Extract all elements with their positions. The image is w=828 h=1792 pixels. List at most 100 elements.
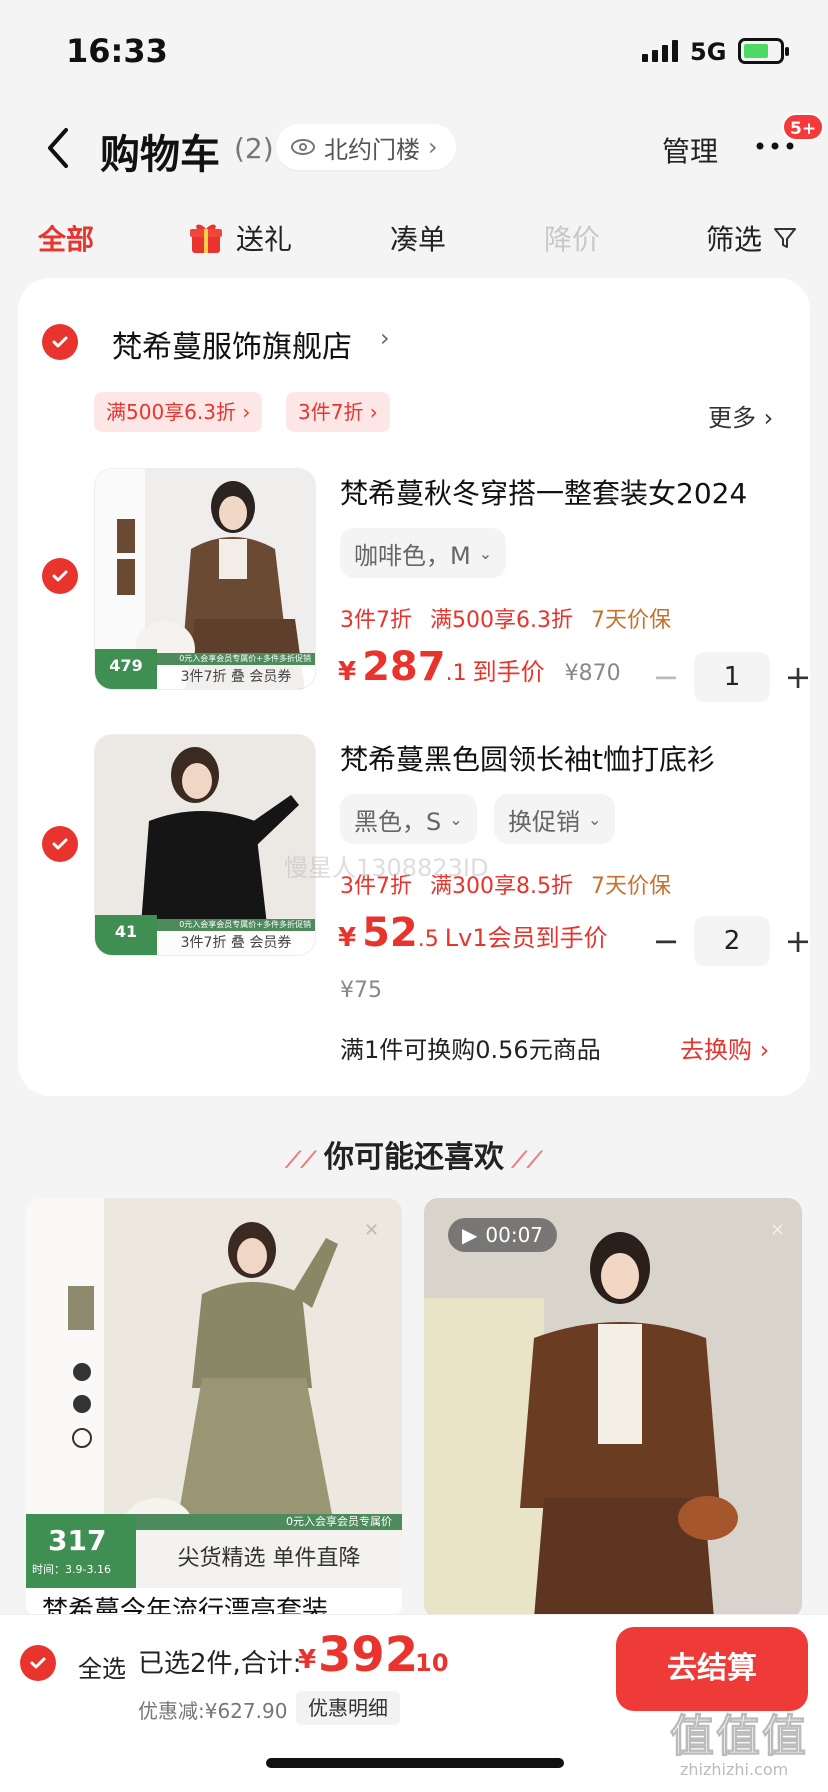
product-title[interactable]: 梵希蔓秋冬穿搭一整套装女2024 <box>340 472 790 512</box>
increase-button[interactable]: + <box>784 922 812 960</box>
total-symbol: ¥ <box>298 1645 317 1675</box>
variant-selector[interactable]: 咖啡色，M ⌄ <box>340 528 507 578</box>
total-decimal: .10 <box>406 1649 449 1677</box>
chevron-right-icon[interactable]: › <box>380 324 390 352</box>
increase-button[interactable]: + <box>784 658 812 696</box>
chevron-down-icon: ⌄ <box>478 543 493 563</box>
product-image[interactable]: 0元入会享会员专属价+多件多折促销 41 3件7折 叠 会员券 <box>94 734 316 956</box>
quantity-value[interactable]: 1 <box>694 652 770 702</box>
variant-label: 咖啡色，M <box>354 541 471 570</box>
faint-watermark: 慢星人1308823ID <box>284 854 489 882</box>
battery-icon <box>738 38 789 64</box>
recommend-banner: 尖货精选 单件直降 <box>136 1530 402 1588</box>
home-indicator[interactable] <box>266 1758 564 1768</box>
price-decimal: .1 <box>445 661 467 686</box>
exchange-link[interactable]: 去换购 › <box>680 1030 769 1065</box>
recommend-photo <box>424 1198 802 1618</box>
cart-shop-card: 梵希蔓服饰旗舰店 › 满500享6.3折 › 3件7折 › 更多 › 0元入会享… <box>18 278 812 1096</box>
tab-bundle[interactable]: 凑单 <box>390 218 446 258</box>
location-selector[interactable]: 北约门楼 › <box>276 124 456 170</box>
tab-gift-label: 送礼 <box>236 223 293 256</box>
tab-all[interactable]: 全部 <box>38 218 94 258</box>
manage-button[interactable]: 管理 <box>662 130 718 170</box>
filter-icon <box>774 228 797 248</box>
promo-tag-discount[interactable]: 满500享6.3折 › <box>94 392 263 432</box>
original-price: ¥75 <box>340 978 382 1003</box>
price-block: ¥ 287 .1 到手价 ¥870 <box>338 644 621 690</box>
decrease-button[interactable]: − <box>652 658 680 696</box>
price-block: ¥ 52 .5 Lv1会员到手价 <box>338 910 608 956</box>
price-note: 到手价 <box>472 658 545 686</box>
tab-filter[interactable]: 筛选 <box>706 218 798 258</box>
quantity-stepper: − 2 + <box>652 916 812 966</box>
item-checkbox[interactable] <box>42 558 78 594</box>
chevron-down-icon: ⌄ <box>449 809 463 829</box>
total-integer: 392 <box>318 1627 419 1683</box>
recommend-price-note: 时间：3.9-3.16 <box>32 1563 111 1576</box>
quantity-stepper: − 1 + <box>652 652 812 702</box>
eye-icon <box>291 139 315 155</box>
tag-label: 7天价保 <box>590 874 671 899</box>
location-label: 北约门楼 <box>324 135 420 164</box>
check-icon <box>52 336 68 348</box>
video-duration: 00:07 <box>485 1223 544 1247</box>
gift-icon <box>190 224 222 253</box>
thumb-strip: 0元入会享会员专属价+多件多折促销 <box>157 653 315 665</box>
video-duration-badge[interactable]: ▶ 00:07 <box>448 1218 558 1252</box>
price-note: Lv1会员到手价 <box>444 924 608 952</box>
check-icon <box>52 838 68 850</box>
select-all-label[interactable]: 全选 <box>78 1649 126 1684</box>
product-image[interactable]: 0元入会享会员专属价+多件多折促销 479 3件7折 叠 会员券 <box>94 468 316 690</box>
change-promo-label: 换促销 <box>508 807 580 836</box>
variant-label: 黑色，S <box>354 807 442 836</box>
change-promo-button[interactable]: 换促销 ⌄ <box>494 794 616 844</box>
select-all-checkbox[interactable] <box>20 1645 56 1681</box>
shop-name[interactable]: 梵希蔓服饰旗舰店 <box>112 322 352 366</box>
price-symbol: ¥ <box>338 657 357 687</box>
play-icon: ▶ <box>462 1223 478 1247</box>
chevron-right-icon: › <box>428 133 438 161</box>
shop-checkbox[interactable] <box>42 324 78 360</box>
thumb-price: 479 <box>95 649 157 689</box>
price-integer: 287 <box>362 644 446 690</box>
recommend-strip: 0元入会享会员专属价 <box>136 1514 402 1530</box>
discount-detail-button[interactable]: 优惠明细 <box>296 1691 400 1725</box>
variant-selector[interactable]: 黑色，S ⌄ <box>340 794 477 844</box>
tag-label: 满500享6.3折 <box>430 608 573 633</box>
checkout-button[interactable]: 去结算 <box>616 1627 808 1711</box>
price-symbol: ¥ <box>338 923 357 953</box>
tab-price-drop[interactable]: 降价 <box>544 218 600 258</box>
back-button[interactable] <box>38 120 82 176</box>
product-title[interactable]: 梵希蔓黑色圆领长袖t恤打底衫 <box>340 738 790 778</box>
price-decimal: .5 <box>417 927 439 952</box>
item-checkbox[interactable] <box>42 826 78 862</box>
tab-filter-label: 筛选 <box>706 223 763 256</box>
recommend-price: 317 <box>48 1524 107 1557</box>
thumb-strip: 0元入会享会员专属价+多件多折促销 <box>157 919 315 931</box>
network-label: 5G <box>690 38 727 66</box>
original-price: ¥870 <box>564 661 621 686</box>
selected-summary: 已选2件,合计: <box>138 1649 302 1679</box>
discount-amount: 优惠减:¥627.90 <box>138 1699 288 1723</box>
check-icon <box>30 1657 46 1669</box>
quantity-value[interactable]: 2 <box>694 916 770 966</box>
more-promos-link[interactable]: 更多 › <box>708 398 773 433</box>
decrease-button[interactable]: − <box>652 922 680 960</box>
recommend-card[interactable]: 317 时间：3.9-3.16 0元入会享会员专属价 尖货精选 单件直降 梵希蔓… <box>26 1198 402 1618</box>
tag-label: 7天价保 <box>590 608 671 633</box>
promo-tag-bundle[interactable]: 3件7折 › <box>286 392 390 432</box>
exchange-offer-text: 满1件可换购0.56元商品 <box>340 1036 601 1064</box>
close-icon[interactable]: ✕ <box>770 1220 785 1241</box>
status-bar: 16:33 5G <box>0 0 828 100</box>
recommend-price-tag: 317 时间：3.9-3.16 <box>26 1514 136 1588</box>
close-icon[interactable]: ✕ <box>364 1220 379 1241</box>
recommend-card[interactable]: ✕ <box>424 1198 802 1618</box>
chevron-down-icon: ⌄ <box>588 809 602 829</box>
thumb-caption: 3件7折 叠 会员券 <box>157 931 315 955</box>
check-icon <box>52 570 68 582</box>
site-watermark: 值值值 <box>670 1711 808 1763</box>
signal-icon <box>642 40 682 62</box>
tab-gift[interactable]: 送礼 <box>188 218 292 258</box>
tag-label: 3件7折 <box>340 608 412 633</box>
page-title: 购物车 <box>100 132 220 178</box>
